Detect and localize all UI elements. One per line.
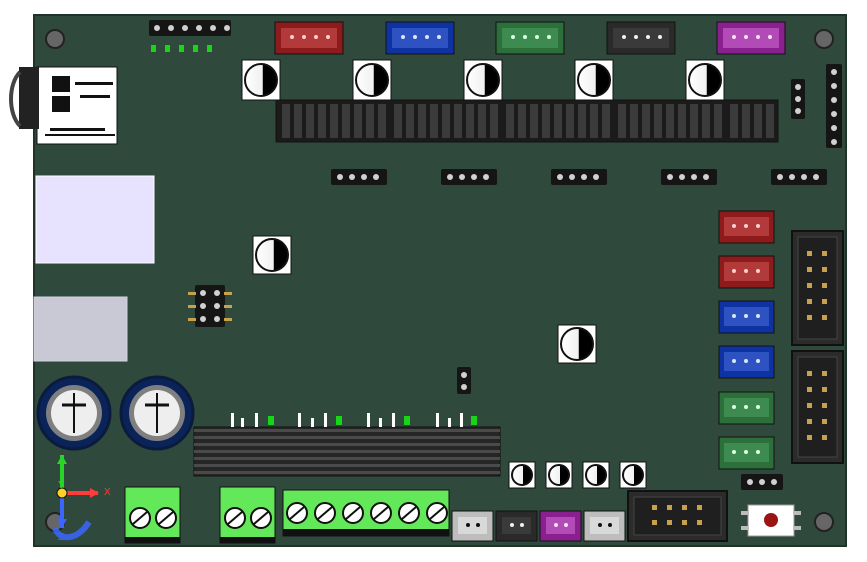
right-connector-blue-1[interactable] — [718, 300, 775, 334]
axis-z-label: Z — [58, 532, 64, 543]
stepper-connector-magenta[interactable] — [716, 21, 786, 55]
pcb-board: X Y Z — [9, 14, 847, 547]
stepper-connector-green[interactable] — [495, 21, 565, 55]
center-jumper[interactable] — [457, 367, 471, 394]
right-mini-header[interactable] — [791, 79, 805, 119]
terminal-block-2pin-left[interactable] — [124, 486, 181, 544]
bottom-right-header[interactable] — [741, 474, 783, 490]
small-connector-magenta[interactable] — [539, 510, 582, 542]
capacitor-mid-left — [252, 235, 292, 275]
stepper-connector-black[interactable] — [606, 21, 676, 55]
right-connector-green-2[interactable] — [718, 436, 775, 470]
stepper-connector-blue[interactable] — [385, 21, 455, 55]
small-connector-black[interactable] — [495, 510, 538, 542]
axis-x-label: X — [104, 487, 111, 498]
right-connector-red-2[interactable] — [718, 255, 775, 289]
exp-header-2[interactable] — [791, 350, 844, 464]
big-capacitor-left — [36, 375, 112, 451]
bottom-box-header[interactable] — [627, 490, 728, 542]
driver-sockets — [275, 99, 779, 143]
terminal-block-6pin[interactable] — [282, 489, 450, 537]
terminal-block-2pin-right[interactable] — [219, 486, 276, 544]
module-block-purple — [35, 175, 155, 264]
right-top-header[interactable] — [826, 64, 842, 148]
module-block-gray — [33, 296, 128, 362]
reset-button-icon — [764, 513, 778, 527]
right-connector-red-1[interactable] — [718, 210, 775, 244]
small-connector-gray-2[interactable] — [583, 510, 626, 542]
right-connector-blue-2[interactable] — [718, 345, 775, 379]
right-connector-green-1[interactable] — [718, 391, 775, 425]
stepper-connector-red[interactable] — [274, 21, 344, 55]
small-connector-gray-1[interactable] — [451, 510, 494, 542]
big-capacitor-right — [119, 375, 195, 451]
sd-card-slot — [9, 66, 118, 145]
capacitor-mid-right — [557, 324, 597, 364]
axis-y-label: Y — [58, 480, 65, 491]
reset-button[interactable] — [741, 504, 801, 537]
exp-header-1[interactable] — [791, 230, 844, 346]
